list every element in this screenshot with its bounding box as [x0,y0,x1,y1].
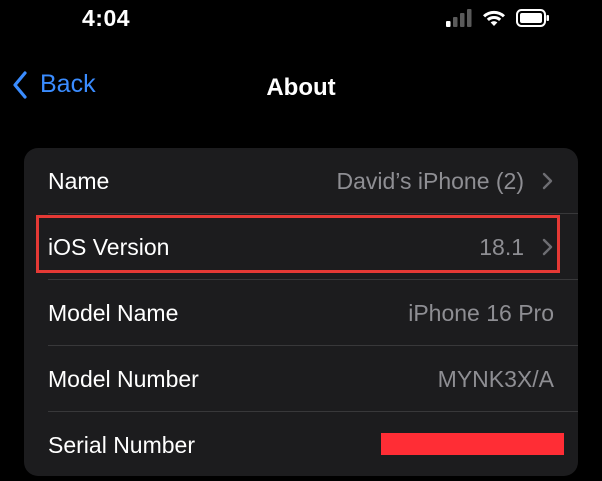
model-number-row[interactable]: Model Number MYNK3X/A [24,346,578,412]
row-label: Model Number [48,366,199,392]
about-info-list: Name David’s iPhone (2) iOS Version 18.1… [24,148,578,476]
row-value: David’s iPhone (2) [336,168,524,194]
row-label: Serial Number [48,432,195,458]
chevron-right-icon [542,172,553,190]
wifi-icon [483,10,505,26]
status-bar: 4:04 [0,0,602,40]
row-label: Name [48,168,110,194]
model-name-row: Model Name iPhone 16 Pro [24,280,578,346]
row-value: iPhone 16 Pro [408,300,554,326]
page-title: About [266,74,336,101]
battery-icon [516,9,549,27]
highlight-annotation [36,215,560,273]
row-value: MYNK3X/A [437,366,554,392]
status-icons [446,9,550,27]
redaction-bar [381,433,564,455]
name-row[interactable]: Name David’s iPhone (2) [24,148,578,214]
cellular-signal-icon [446,9,472,27]
status-time: 4:04 [82,5,131,31]
navigation-bar: Back About [0,62,602,112]
row-label: Model Name [48,300,179,326]
